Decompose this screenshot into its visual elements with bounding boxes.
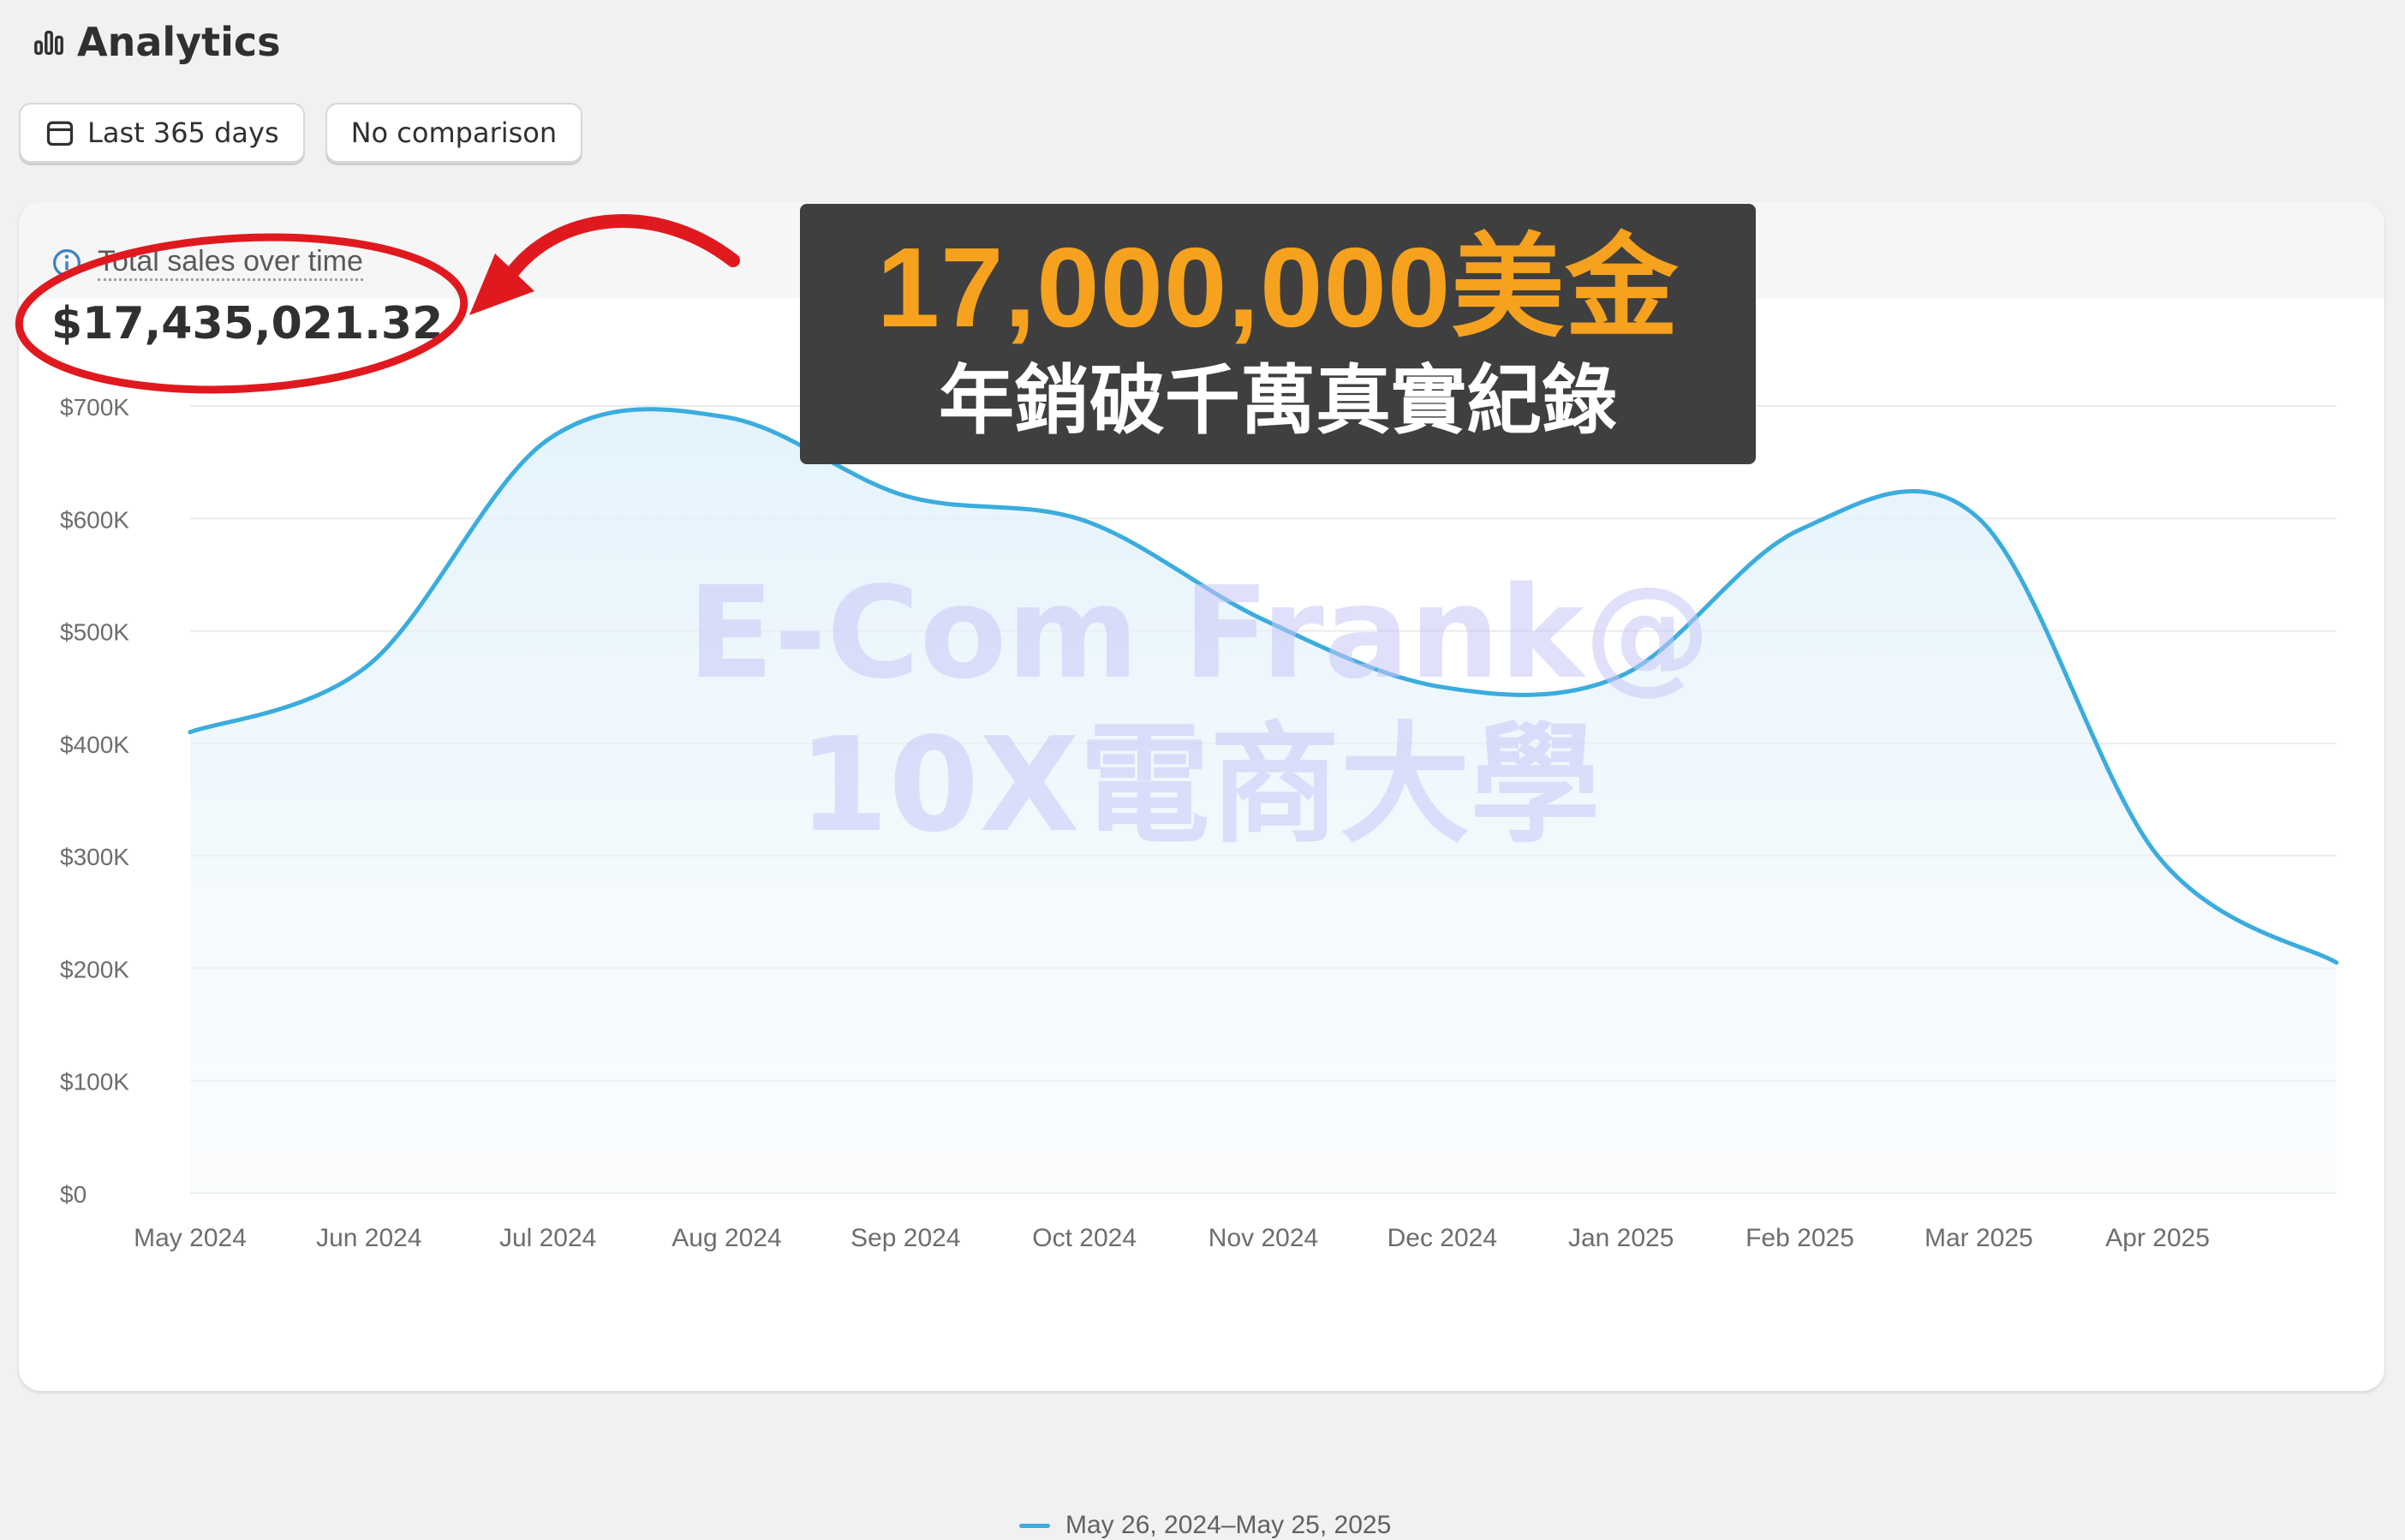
legend-label: May 26, 2024–May 25, 2025 [1065, 1511, 1392, 1539]
analytics-icon [34, 30, 63, 56]
x-tick-label: Sep 2024 [850, 1224, 960, 1252]
x-tick-label: Dec 2024 [1388, 1224, 1497, 1252]
series-area [190, 409, 2336, 1193]
x-tick-label: Mar 2025 [1925, 1224, 2033, 1252]
y-tick-label: $100K [60, 1069, 129, 1095]
analytics-header: Analytics [33, 19, 281, 65]
date-range-button[interactable]: Last 365 days [19, 103, 305, 163]
chart-legend[interactable]: May 26, 2024–May 25, 2025 [1019, 1511, 1391, 1540]
banner-subline: 年銷破千萬真實紀錄 [938, 358, 1617, 443]
y-tick-label: $700K [60, 394, 129, 421]
x-tick-label: Jan 2025 [1568, 1224, 1674, 1252]
x-tick-label: Oct 2024 [1032, 1224, 1137, 1252]
y-tick-label: $500K [60, 619, 129, 646]
date-range-label: Last 365 days [87, 116, 279, 149]
x-tick-label: Apr 2025 [2105, 1224, 2210, 1252]
x-tick-label: Nov 2024 [1208, 1224, 1318, 1252]
y-tick-label: $600K [60, 506, 129, 533]
y-tick-label: $400K [60, 731, 129, 758]
banner-headline: 17,000,000美金 [876, 224, 1680, 350]
x-tick-label: Aug 2024 [671, 1224, 781, 1252]
page-title: Analytics [77, 19, 281, 65]
calendar-icon [46, 121, 74, 146]
x-tick-label: May 2024 [134, 1224, 247, 1252]
comparison-label: No comparison [350, 116, 558, 149]
x-tick-label: Jul 2024 [499, 1224, 596, 1252]
comparison-button[interactable]: No comparison [325, 103, 583, 163]
headline-banner: 17,000,000美金 年銷破千萬真實紀錄 [800, 204, 1756, 464]
x-tick-label: Feb 2025 [1746, 1224, 1854, 1252]
y-tick-label: $0 [60, 1181, 87, 1208]
legend-swatch [1019, 1523, 1050, 1528]
filter-bar: Last 365 days No comparison [19, 103, 583, 163]
y-tick-label: $300K [60, 844, 129, 870]
x-tick-label: Jun 2024 [316, 1224, 421, 1252]
y-tick-label: $200K [60, 956, 129, 982]
